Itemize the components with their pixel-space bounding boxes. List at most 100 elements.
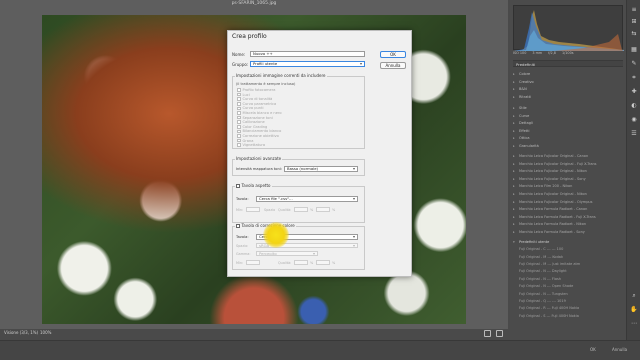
user-preset-item[interactable]: Fuji Original - N --- Daylight xyxy=(513,269,623,275)
preset-item[interactable]: ▸ Marchio Leica Formula Radioet - Nikon xyxy=(513,222,623,228)
settings-subtitle: (il trattamento è sempre incluso) xyxy=(236,82,296,86)
preset-group[interactable]: ▸ Effetti xyxy=(513,129,623,135)
user-preset-item[interactable]: Fuji Original - N --- Open Shade xyxy=(513,284,623,290)
user-preset-item[interactable]: Fuji Original - S --- Fuji 400H Nokia xyxy=(513,314,623,320)
color-table-checkbox[interactable] xyxy=(236,224,240,228)
histogram-icon[interactable]: ▦ xyxy=(630,46,638,54)
preset-item-label: Marchio Leica Fujicolor Original - Olymp… xyxy=(519,199,593,204)
color-amount-field[interactable] xyxy=(246,260,260,265)
preset-item[interactable]: ▸ Marchio Leica Formula Radioet - Canon xyxy=(513,207,623,213)
settings-checkbox[interactable] xyxy=(237,120,241,124)
settings-checkbox[interactable] xyxy=(237,129,241,134)
look-table-quality-field[interactable] xyxy=(294,207,308,212)
name-input[interactable]: Nuovo ++ xyxy=(250,51,365,57)
settings-checkbox[interactable] xyxy=(237,115,241,120)
user-preset-item[interactable]: Fuji Original - Q --- --- 1019 xyxy=(513,299,623,305)
preset-group[interactable]: ▸ Colore xyxy=(513,72,623,78)
gamma-select[interactable]: Percepito xyxy=(256,251,318,256)
settings-checkbox[interactable] xyxy=(237,143,241,147)
settings-checkbox[interactable] xyxy=(237,102,241,106)
preset-group[interactable]: ▸ Creativo xyxy=(513,80,623,86)
panel-toggle-icon[interactable]: ≡ xyxy=(630,6,638,14)
settings-checkbox[interactable] xyxy=(237,134,241,138)
bottom-ok-button[interactable]: OK xyxy=(590,347,596,352)
settings-checkbox-row[interactable]: Vignettatura xyxy=(237,143,265,148)
user-preset-item[interactable]: Fuji Original - M --- Just imitate atm xyxy=(513,262,623,268)
user-preset-item[interactable]: Fuji Original - R --- Fuji 400H Nokia xyxy=(513,306,623,312)
edit-icon[interactable]: ✎ xyxy=(630,60,638,68)
preset-item[interactable]: ▸ Marchio Leica Fujicolor Original - Cano… xyxy=(513,154,623,160)
preset-group[interactable]: ▸ B&N xyxy=(513,87,623,93)
user-preset-item[interactable]: Fuji Original - N --- Flash xyxy=(513,277,623,283)
ok-button[interactable]: OK xyxy=(380,51,406,58)
preset-group-label: Granularità xyxy=(519,143,539,148)
preset-group[interactable]: ▸ Granularità xyxy=(513,144,623,150)
compare-icon[interactable]: ⇆ xyxy=(630,30,638,38)
hand-icon[interactable]: ✋ xyxy=(630,306,638,314)
settings-checkbox[interactable] xyxy=(237,138,241,143)
settings-checkbox-label: Color Grading xyxy=(242,124,268,129)
preset-group[interactable]: ▸ Stile xyxy=(513,106,623,112)
document-title: ps-SFARIN_1065.jpg xyxy=(231,1,277,6)
settings-checkbox[interactable] xyxy=(237,125,241,129)
preset-group[interactable]: ▸ Curve xyxy=(513,114,623,120)
grid-icon[interactable]: ⊞ xyxy=(630,18,638,26)
look-table-checkbox[interactable] xyxy=(236,184,240,188)
camera-info-readout: ISO 100 3 mm f/2,8 1/100s xyxy=(513,51,623,57)
user-preset-item[interactable]: Fuji Original - M --- Kodak xyxy=(513,255,623,261)
preset-item[interactable]: ▸ Marchio Leica Fujicolor Original - Niko… xyxy=(513,192,623,198)
preset-item-label: Marchio Leica Fujicolor Original - Nikon xyxy=(519,192,587,196)
settings-checkbox-label: Profilo fotocamera xyxy=(242,88,276,92)
preset-item[interactable]: ▸ Marchio Leica Formula Radioet - Fuji X-… xyxy=(513,215,623,221)
look-table-extra-field[interactable] xyxy=(316,207,330,212)
settings-checkbox-label: Vignettatura xyxy=(242,143,266,148)
bottom-cancel-button[interactable]: Annulla xyxy=(612,347,627,352)
tool-strip: ≡ ⊞ ⇆ ▦ ✎ ⌗ ✚ ◐ ◉ ☰ ⌕ ✋ ⋯ xyxy=(626,0,640,340)
more-icon[interactable]: ⋯ xyxy=(630,320,638,328)
user-preset-item[interactable]: Fuji Original - N --- Tungsten xyxy=(513,292,623,298)
preset-group-label: Dettagli xyxy=(519,121,533,125)
settings-checkbox[interactable] xyxy=(237,97,241,101)
tone-map-select[interactable]: Basso (normale) xyxy=(284,166,358,172)
settings-checkbox[interactable] xyxy=(237,88,241,92)
preset-item-label: Marchio Leica Fujicolor Original - Nikon xyxy=(519,169,587,174)
presets-header[interactable]: Predefiniti xyxy=(513,60,623,67)
user-preset-item[interactable]: Fuji Original - C --- --- 100 xyxy=(513,247,623,253)
cancel-button[interactable]: Annulla xyxy=(380,62,406,69)
preset-item-label: Marchio Leica Film 200 - Nikon xyxy=(519,184,573,189)
grid-icon[interactable] xyxy=(496,330,503,337)
preset-group[interactable]: ▸ Ritratti xyxy=(513,95,623,101)
look-table-select[interactable]: Cerca file ".csv"... xyxy=(256,196,358,202)
settings-checkbox[interactable] xyxy=(237,92,241,97)
mask-icon[interactable]: ◐ xyxy=(630,102,638,110)
settings-checkbox[interactable] xyxy=(237,111,241,115)
preset-group[interactable]: ▸ Ottica xyxy=(513,136,623,142)
user-preset-item-label: Fuji Original - M --- Kodak xyxy=(519,254,563,259)
zoom-icon[interactable]: ⌕ xyxy=(630,292,638,300)
settings-checkbox[interactable] xyxy=(237,106,241,111)
preset-group-label: B&N xyxy=(519,87,527,91)
group-select[interactable]: Profili utente xyxy=(250,61,365,67)
preset-item[interactable]: ▸ Marchio Leica Fujicolor Original - Niko… xyxy=(513,169,623,175)
compare-icon[interactable] xyxy=(484,330,491,337)
user-presets-group[interactable]: ▾ Predefiniti utente xyxy=(513,240,623,246)
preset-item[interactable]: ▸ Marchio Leica Fujicolor Original - Olym… xyxy=(513,200,623,206)
color-extra-field[interactable] xyxy=(316,260,330,265)
heal-icon[interactable]: ✚ xyxy=(630,88,638,96)
color-percent: % xyxy=(310,261,314,265)
create-profile-dialog: Crea profilo Nome: Nuovo ++ Gruppo: Prof… xyxy=(227,30,412,277)
color-quality-field[interactable] xyxy=(294,260,308,265)
preset-item[interactable]: ▸ Marchio Leica Film 200 - Nikon xyxy=(513,184,623,190)
zoom-level[interactable]: 100% xyxy=(40,330,51,335)
look-table-amount-field[interactable] xyxy=(246,207,260,212)
preset-item[interactable]: ▸ Marchio Leica Fujicolor Original - Sony xyxy=(513,177,623,183)
redeye-icon[interactable]: ◉ xyxy=(630,116,638,124)
document-tab[interactable]: Visione (3/3, 1%) xyxy=(4,330,38,335)
settings-checkbox-label: Curva di tonalità xyxy=(242,97,273,102)
user-preset-item-label: Fuji Original - N --- Open Shade xyxy=(519,284,574,289)
preset-item[interactable]: ▸ Marchio Leica Fujicolor Original - Fuji… xyxy=(513,162,623,168)
crop-icon[interactable]: ⌗ xyxy=(630,74,638,82)
preset-group[interactable]: ▸ Dettagli xyxy=(513,121,623,127)
preset-item[interactable]: ▸ Marchio Leica Formula Radioet - Sony xyxy=(513,230,623,236)
presets-icon[interactable]: ☰ xyxy=(630,130,638,138)
